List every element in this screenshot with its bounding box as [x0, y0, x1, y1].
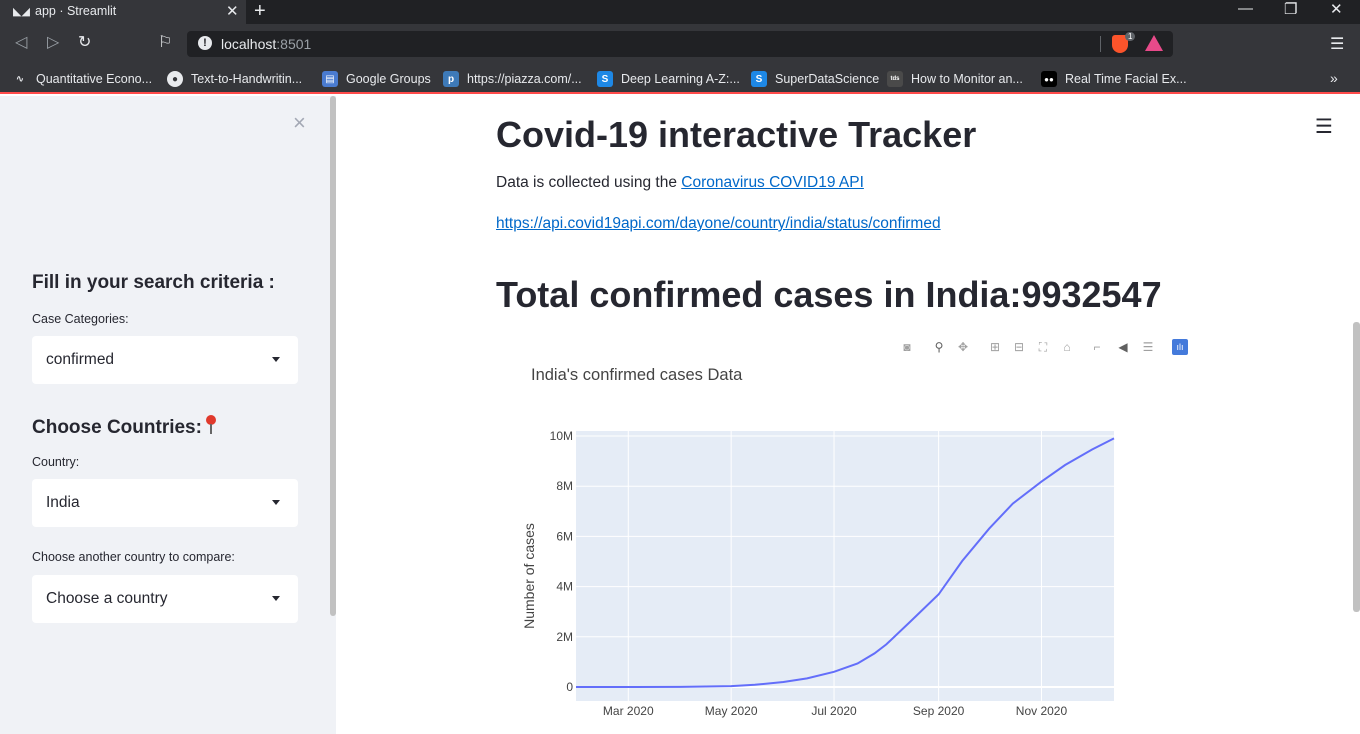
y-tick-label: 10M — [550, 429, 573, 443]
window-close-icon[interactable]: ✕ — [1330, 0, 1343, 18]
zoom-out-icon[interactable]: ⊟ — [1012, 340, 1026, 354]
new-tab-icon[interactable]: + — [254, 0, 266, 23]
streamlit-favicon-icon: ◣◢ — [13, 6, 30, 18]
bookmark-item[interactable]: S Deep Learning A-Z:... — [597, 69, 740, 89]
hover-compare-icon[interactable]: ☰ — [1141, 340, 1155, 354]
main-scrollbar[interactable] — [1353, 322, 1360, 612]
x-tick-label: Sep 2020 — [913, 704, 965, 718]
api-url-link[interactable]: https://api.covid19api.com/dayone/countr… — [496, 215, 941, 232]
browser-tabstrip: ◣◢ app · Streamlit ✕ + — ❐ ✕ — [0, 0, 1360, 24]
chevron-down-icon — [272, 500, 280, 505]
browser-toolbar: ◁ ▷ ↻ ⚐ ! localhost:8501 1 ☰ — [0, 24, 1360, 64]
chevron-down-icon — [272, 357, 280, 362]
search-criteria-heading: Fill in your search criteria : — [32, 272, 275, 293]
case-categories-label: Case Categories: — [32, 312, 129, 326]
bookmark-item[interactable]: S SuperDataScience — [751, 69, 879, 89]
sds-icon: S — [597, 71, 613, 87]
chevron-down-icon — [272, 596, 280, 601]
y-tick-label: 4M — [556, 580, 573, 594]
github-icon: ● — [167, 71, 183, 87]
camera-icon[interactable]: ◙ — [900, 340, 914, 354]
bookmark-item[interactable]: tds How to Monitor an... — [887, 69, 1023, 89]
country-value: India — [46, 494, 80, 511]
groups-icon: ▤ — [322, 71, 338, 87]
tab-close-icon[interactable]: ✕ — [226, 2, 239, 20]
autoscale-icon[interactable]: ⛶ — [1036, 340, 1050, 354]
medium-icon: ●● — [1041, 71, 1057, 87]
restore-icon[interactable]: ❐ — [1284, 0, 1297, 18]
browser-tab[interactable]: ◣◢ app · Streamlit ✕ — [0, 0, 246, 24]
tab-title: app · Streamlit — [35, 4, 117, 18]
sidebar: × Fill in your search criteria : Case Ca… — [0, 96, 336, 734]
url-text: localhost:8501 — [221, 36, 312, 52]
tds-icon: tds — [887, 71, 903, 87]
y-axis-label: Number of cases — [521, 523, 537, 629]
spike-lines-icon[interactable]: ⌐ — [1090, 340, 1104, 354]
country-label: Country: — [32, 455, 80, 469]
pan-icon[interactable]: ✥ — [956, 340, 970, 354]
wave-icon: ∿ — [15, 73, 25, 85]
plot-area — [576, 431, 1114, 701]
page-title: Covid-19 interactive Tracker — [496, 114, 977, 155]
total-cases-heading: Total confirmed cases in India:9932547 — [496, 274, 1162, 315]
x-tick-label: Nov 2020 — [1016, 704, 1068, 718]
y-axis-ticks: 0 2M 4M 6M 8M 10M — [550, 429, 574, 694]
bookmarks-overflow-icon[interactable]: » — [1330, 70, 1338, 86]
piazza-icon: p — [443, 71, 459, 87]
sds-icon: S — [751, 71, 767, 87]
x-tick-label: Mar 2020 — [603, 704, 654, 718]
zoom-icon[interactable]: ⚲ — [932, 340, 946, 354]
pushpin-icon — [205, 415, 217, 435]
y-tick-label: 2M — [556, 630, 573, 644]
reload-icon[interactable]: ↻ — [78, 32, 91, 52]
sidebar-scrollbar[interactable] — [330, 96, 336, 616]
x-tick-label: May 2020 — [705, 704, 758, 718]
back-icon[interactable]: ◁ — [15, 32, 27, 52]
shields-count-badge: 1 — [1125, 32, 1136, 41]
intro-paragraph: Data is collected using the Coronavirus … — [496, 174, 864, 191]
cases-line-chart[interactable]: 0 2M 4M 6M 8M 10M Mar 2020 May 2020 Jul 2020 Sep… — [500, 360, 1140, 730]
case-category-value: confirmed — [46, 351, 115, 368]
y-tick-label: 6M — [556, 529, 573, 543]
y-tick-label: 8M — [556, 479, 573, 493]
minimize-icon[interactable]: — — [1238, 0, 1253, 17]
compare-country-value: Choose a country — [46, 590, 168, 607]
api-link[interactable]: Coronavirus COVID19 API — [681, 174, 864, 191]
plotly-logo-icon[interactable]: ılı — [1172, 339, 1188, 355]
compare-country-select[interactable]: Choose a country — [32, 575, 298, 623]
zoom-in-icon[interactable]: ⊞ — [988, 340, 1002, 354]
bookmark-item[interactable]: ▤ Google Groups — [322, 69, 431, 89]
x-axis-ticks: Mar 2020 May 2020 Jul 2020 Sep 2020 Nov 2020 — [603, 704, 1068, 718]
forward-icon[interactable]: ▷ — [47, 32, 59, 52]
address-bar[interactable]: ! localhost:8501 1 — [187, 31, 1173, 57]
bookmark-icon[interactable]: ⚐ — [158, 32, 172, 52]
bookmark-item[interactable]: ●● Real Time Facial Ex... — [1041, 69, 1187, 89]
case-category-select[interactable]: confirmed — [32, 336, 298, 384]
app-menu-icon[interactable]: ☰ — [1315, 114, 1333, 139]
close-sidebar-icon[interactable]: × — [293, 110, 306, 136]
omnibox-divider — [1100, 36, 1101, 52]
site-info-icon[interactable]: ! — [198, 36, 212, 50]
hover-closest-icon[interactable]: ◀ — [1116, 340, 1130, 354]
choose-countries-heading: Choose Countries: — [32, 415, 217, 439]
y-tick-label: 0 — [566, 680, 573, 694]
bookmark-item[interactable]: ∿ Quantitative Econo... — [12, 69, 152, 89]
bookmark-item[interactable]: p https://piazza.com/... — [443, 69, 582, 89]
home-icon[interactable]: ⌂ — [1060, 340, 1074, 354]
compare-country-label: Choose another country to compare: — [32, 550, 235, 564]
api-url-paragraph: https://api.covid19api.com/dayone/countr… — [496, 215, 941, 233]
bookmarks-bar: ∿ Quantitative Econo... ● Text-to-Handwr… — [0, 64, 1360, 94]
x-tick-label: Jul 2020 — [811, 704, 857, 718]
bookmark-item[interactable]: ● Text-to-Handwritin... — [167, 69, 302, 89]
country-select[interactable]: India — [32, 479, 298, 527]
browser-menu-icon[interactable]: ☰ — [1330, 34, 1344, 54]
brave-rewards-icon[interactable] — [1145, 35, 1163, 51]
chart-modebar: ◙ ⚲ ✥ ⊞ ⊟ ⛶ ⌂ ⌐ ◀ ☰ ılı — [896, 338, 1196, 358]
